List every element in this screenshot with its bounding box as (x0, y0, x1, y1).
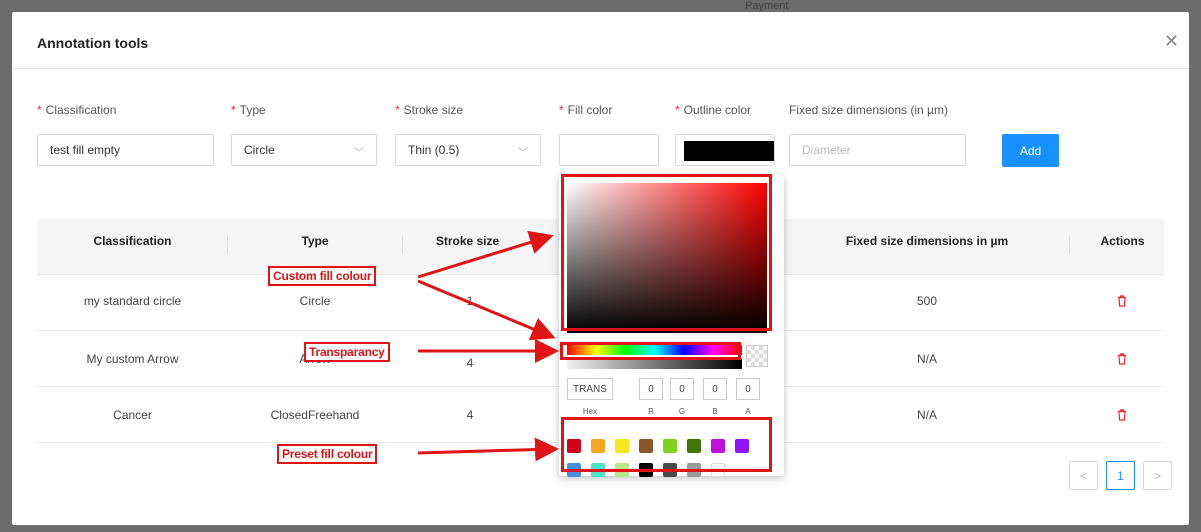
annotation-arrows (417, 230, 559, 462)
arrow-to-hue-slider (417, 279, 556, 341)
arrow-to-preset-colors (417, 437, 559, 462)
arrow-to-custom-color (417, 230, 554, 279)
